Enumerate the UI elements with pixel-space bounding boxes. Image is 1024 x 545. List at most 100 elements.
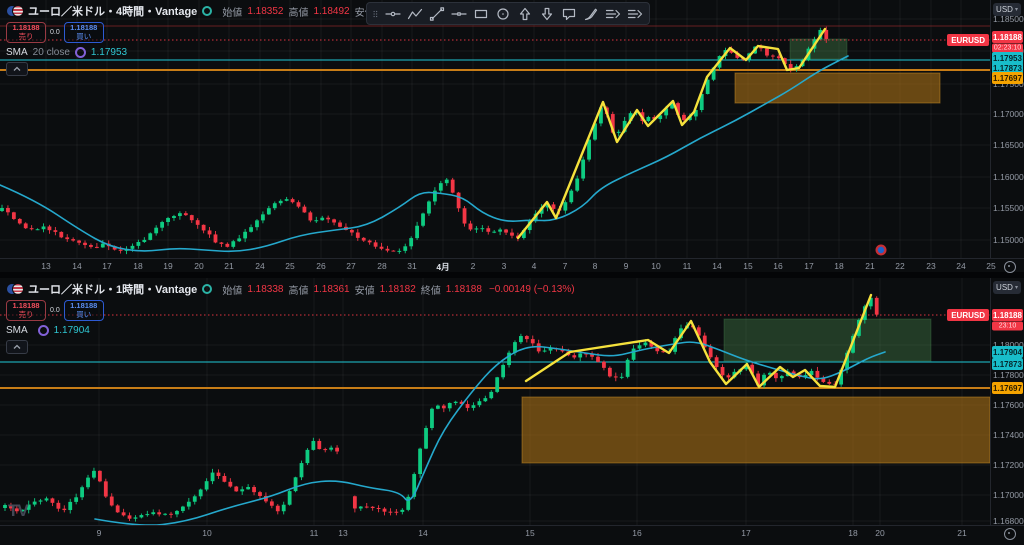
time-axis-label: 18 (834, 261, 843, 271)
chevron-down-icon: ▾ (1015, 284, 1018, 291)
time-axis-label: 20 (194, 261, 203, 271)
ohlc-value: 1.18338 (247, 284, 283, 295)
buy-label: 買い (76, 311, 91, 320)
market-status-icon (202, 6, 212, 16)
arrow-up-tool-icon[interactable] (514, 5, 535, 22)
circle-tool-icon[interactable] (492, 5, 513, 22)
price-level-badge: 1.17873 (992, 358, 1023, 370)
price-axis-label: 1.16000 (993, 172, 1024, 182)
sell-label: 売り (19, 311, 34, 320)
price-level-badge: 1.17697 (992, 382, 1023, 394)
collapse-header-button[interactable] (6, 62, 28, 76)
indicator-params: 20 close (33, 47, 70, 58)
currency-unit-chip[interactable]: USD ▾ (993, 281, 1021, 294)
brush-tool-icon[interactable] (580, 5, 601, 22)
price-axis-label: 1.15000 (993, 235, 1024, 245)
buy-button[interactable]: 1.18188 買い (64, 300, 104, 321)
symbol-flags-icon (6, 283, 23, 295)
arrow-down-tool-icon[interactable] (536, 5, 557, 22)
symbol-title[interactable]: ユーロ／米ドル・1時間・Vantage (28, 281, 197, 297)
zigzag-line-tool-icon[interactable] (404, 5, 425, 22)
indicator-name: SMA (6, 325, 28, 336)
horizontal-line-tool-icon[interactable] (448, 5, 469, 22)
ohlc-value: 1.18188 (446, 284, 482, 295)
sell-button[interactable]: 1.18188 売り (6, 300, 46, 321)
cross-line-tool-icon[interactable] (382, 5, 403, 22)
trading-chart-app: ユーロ／米ドル・4時間・Vantage 始値1.18352高値1.18492安値… (0, 0, 1024, 545)
indicator-loading-icon (75, 47, 86, 58)
trade-buttons-row: 1.18188 売り 0.0 1.18188 買い (6, 300, 575, 321)
price-axis-label: 1.17400 (993, 430, 1024, 440)
ohlc-value: 1.18182 (380, 284, 416, 295)
ohlc-label: 安値 (355, 282, 375, 297)
price-level-badge: 1.17904 (992, 346, 1023, 358)
time-axis-label: 20 (875, 528, 884, 538)
time-axis-label: 7 (563, 261, 568, 271)
time-axis-label: 23 (926, 261, 935, 271)
time-axis-label: 9 (97, 528, 102, 538)
time-axis-label: 4月 (436, 261, 449, 273)
price-axis-label: 1.15500 (993, 203, 1024, 213)
time-axis-1h[interactable]: 910111314151617182021 (0, 525, 1024, 545)
price-level-badge: 1.18188 (992, 31, 1023, 43)
price-scale-4h[interactable]: USD ▾ 1.185001.180001.175001.170001.1650… (990, 0, 1024, 258)
unit-label: USD (996, 283, 1013, 292)
time-axis-label: 10 (202, 528, 211, 538)
time-axis-label: 17 (741, 528, 750, 538)
drag-handle[interactable] (371, 5, 381, 22)
market-status-icon (202, 284, 212, 294)
tradingview-watermark: TV (8, 501, 28, 521)
time-axis-label: 28 (377, 261, 386, 271)
time-axis-label: 11 (683, 261, 692, 271)
time-axis-label: 16 (773, 261, 782, 271)
indicator-value: 1.17953 (91, 47, 127, 58)
price-axis-label: 1.16500 (993, 140, 1024, 150)
callout-tool-icon[interactable] (558, 5, 579, 22)
time-axis-label: 15 (743, 261, 752, 271)
chart-panel-4h: ユーロ／米ドル・4時間・Vantage 始値1.18352高値1.18492安値… (0, 0, 1024, 272)
short-position-tool-icon[interactable] (624, 5, 645, 22)
time-axis-label: 25 (986, 261, 995, 271)
symbol-title[interactable]: ユーロ／米ドル・4時間・Vantage (28, 3, 197, 19)
scroll-to-realtime-icon[interactable] (1004, 528, 1016, 540)
price-axis-label: 1.17000 (993, 490, 1024, 500)
price-scale-1h[interactable]: USD ▾ 1.180001.178001.176001.174001.1720… (990, 278, 1024, 525)
symbol-title-row: ユーロ／米ドル・1時間・Vantage 始値1.18338高値1.18361安値… (6, 281, 575, 297)
price-axis-label: 1.17200 (993, 460, 1024, 470)
trade-buttons-row: 1.18188 売り 0.0 1.18188 買い (6, 22, 575, 43)
time-axis-label: 11 (310, 528, 319, 538)
rectangle-tool-icon[interactable] (470, 5, 491, 22)
time-axis-label: 9 (624, 261, 629, 271)
sell-button[interactable]: 1.18188 売り (6, 22, 46, 43)
plot-area-1h[interactable]: ユーロ／米ドル・1時間・Vantage 始値1.18338高値1.18361安値… (0, 278, 990, 525)
time-axis-label: 24 (956, 261, 965, 271)
buy-button[interactable]: 1.18188 買い (64, 22, 104, 43)
symbol-price-tag: EURUSD (947, 34, 989, 46)
time-axis-label: 24 (255, 261, 264, 271)
indicator-name: SMA (6, 47, 28, 58)
bar-countdown-badge: 23:10 (992, 322, 1023, 331)
chart-header-1h: ユーロ／米ドル・1時間・Vantage 始値1.18338高値1.18361安値… (6, 281, 575, 354)
event-bullseye-icon[interactable] (876, 245, 887, 256)
ohlc-label: 始値 (222, 282, 242, 297)
time-axis-label: 2 (471, 261, 476, 271)
ohlc-label: 始値 (222, 4, 242, 19)
time-axis-label: 13 (41, 261, 50, 271)
time-axis-label: 14 (712, 261, 721, 271)
sell-label: 売り (19, 33, 34, 42)
time-axis-label: 16 (632, 528, 641, 538)
ohlc-value: 1.18352 (247, 6, 283, 17)
time-axis-label: 17 (102, 261, 111, 271)
indicator-row-sma[interactable]: SMA 20 close 1.17953 (6, 47, 575, 58)
plot-area-4h[interactable]: ユーロ／米ドル・4時間・Vantage 始値1.18352高値1.18492安値… (0, 0, 990, 258)
chart-panel-1h: ユーロ／米ドル・1時間・Vantage 始値1.18338高値1.18361安値… (0, 278, 1024, 545)
indicator-row-sma[interactable]: SMA 1.17904 (6, 325, 575, 336)
scroll-to-realtime-icon[interactable] (1004, 261, 1016, 273)
time-axis-label: 19 (163, 261, 172, 271)
time-axis-label: 26 (316, 261, 325, 271)
trend-line-tool-icon[interactable] (426, 5, 447, 22)
time-axis-4h[interactable]: 131417181920212425262728314月234789101114… (0, 258, 1024, 272)
collapse-header-button[interactable] (6, 340, 28, 354)
chevron-up-icon (12, 343, 22, 351)
long-position-tool-icon[interactable] (602, 5, 623, 22)
